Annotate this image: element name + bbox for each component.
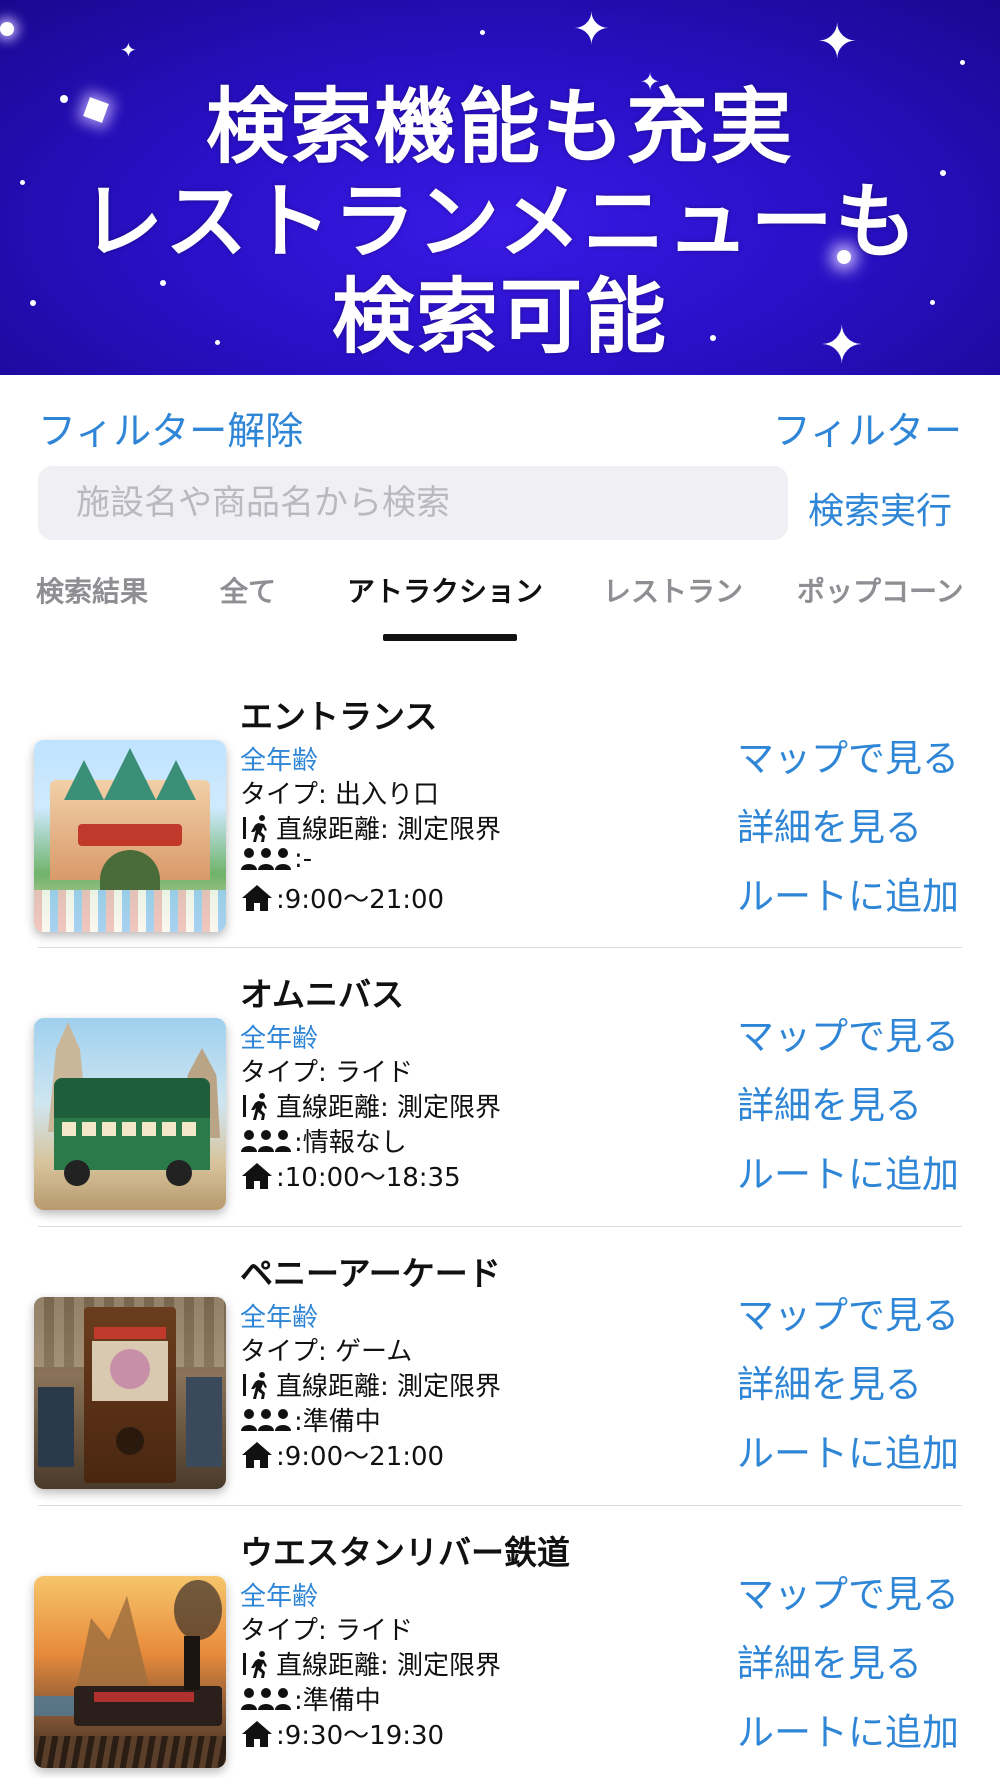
item-title: ペニーアーケード	[240, 1254, 501, 1293]
search-box[interactable]	[38, 466, 788, 540]
type-text: タイプ: ゲーム	[240, 1337, 413, 1367]
crowd-text: :準備中	[294, 1407, 381, 1437]
map-button[interactable]: マップで見る	[737, 1285, 959, 1339]
walking-icon	[243, 1092, 267, 1120]
attraction-thumbnail[interactable]	[34, 740, 226, 932]
add-route-button[interactable]: ルートに追加	[737, 1423, 959, 1477]
house-icon	[242, 1720, 272, 1747]
hours-text: :9:00～21:00	[276, 885, 445, 915]
star-icon	[480, 30, 485, 35]
add-route-button[interactable]: ルートに追加	[737, 1144, 959, 1198]
add-route-button[interactable]: ルートに追加	[737, 866, 959, 920]
item-title: オムニバス	[240, 975, 405, 1014]
list-item: エントランス 全年齢 タイプ: 出入り口 直線距離: 測定限界 :- :9:00…	[0, 680, 1000, 958]
filter-button[interactable]: フィルター	[773, 400, 962, 455]
distance-row: 直線距離: 測定限界	[240, 1645, 501, 1682]
people-icon	[241, 1408, 291, 1431]
add-route-button[interactable]: ルートに追加	[737, 1702, 959, 1756]
crowd-text: :情報なし	[294, 1128, 407, 1158]
search-exec-button[interactable]: 検索実行	[808, 482, 952, 534]
attraction-thumbnail[interactable]	[34, 1018, 226, 1210]
map-button[interactable]: マップで見る	[737, 728, 959, 782]
hours-text: :9:00～21:00	[276, 1442, 445, 1472]
attraction-thumbnail[interactable]	[34, 1297, 226, 1489]
tab-active-indicator	[383, 634, 517, 641]
crowd-text: :-	[294, 844, 313, 874]
filter-clear-button[interactable]: フィルター解除	[38, 400, 303, 455]
distance-text: 直線距離: 測定限界	[276, 1651, 502, 1681]
crowd-text: :準備中	[294, 1686, 381, 1716]
age-label: 全年齢	[240, 1303, 319, 1333]
distance-row: 直線距離: 測定限界	[240, 809, 501, 846]
hours-text: :9:30～19:30	[276, 1721, 445, 1751]
crowd-row: :準備中	[240, 1680, 381, 1717]
crowd-row: :情報なし	[240, 1122, 407, 1159]
type-text: タイプ: ライド	[240, 1058, 414, 1088]
map-button[interactable]: マップで見る	[737, 1006, 959, 1060]
star-icon	[0, 22, 14, 36]
people-icon	[241, 1687, 291, 1710]
crowd-row: :準備中	[240, 1401, 381, 1438]
house-icon	[242, 1162, 272, 1189]
item-title: エントランス	[240, 697, 438, 736]
divider	[38, 1226, 962, 1227]
hours-row: :9:00～21:00	[240, 1436, 444, 1473]
walking-icon	[243, 814, 267, 842]
hours-row: :9:00～21:00	[240, 879, 444, 916]
house-icon	[242, 884, 272, 911]
list-item: オムニバス 全年齢 タイプ: ライド 直線距離: 測定限界 :情報なし :10:…	[0, 958, 1000, 1236]
divider	[38, 947, 962, 948]
star-icon: ✦	[120, 38, 137, 62]
detail-button[interactable]: 詳細を見る	[737, 1354, 922, 1408]
hours-row: :10:00～18:35	[240, 1157, 461, 1194]
map-button[interactable]: マップで見る	[737, 1564, 959, 1618]
star-icon: ✦	[573, 4, 610, 55]
hours-text: :10:00～18:35	[276, 1163, 461, 1193]
people-icon	[241, 1129, 291, 1152]
tab-attractions[interactable]: アトラクション	[347, 570, 543, 610]
type-text: タイプ: ライド	[240, 1616, 414, 1646]
list-item: ウエスタンリバー鉄道 全年齢 タイプ: ライド 直線距離: 測定限界 :準備中 …	[0, 1516, 1000, 1778]
item-title: ウエスタンリバー鉄道	[240, 1533, 570, 1572]
age-label: 全年齢	[240, 746, 319, 776]
divider	[38, 1505, 962, 1506]
people-icon	[241, 848, 291, 870]
list-item: ペニーアーケード 全年齢 タイプ: ゲーム 直線距離: 測定限界 :準備中 :9…	[0, 1237, 1000, 1515]
detail-button[interactable]: 詳細を見る	[737, 1075, 922, 1129]
tab-restaurants[interactable]: レストラン	[603, 570, 743, 610]
walking-icon	[243, 1371, 267, 1399]
tab-search-results[interactable]: 検索結果	[36, 570, 148, 610]
tab-all[interactable]: 全て	[220, 570, 276, 610]
crowd-row: :-	[240, 844, 312, 874]
category-tabs: 検索結果 全て アトラクション レストラン ポップコーン	[0, 570, 1000, 642]
detail-button[interactable]: 詳細を見る	[737, 1633, 922, 1687]
age-label: 全年齢	[240, 1582, 319, 1612]
star-icon: ✦	[817, 14, 858, 70]
distance-text: 直線距離: 測定限界	[276, 1372, 502, 1402]
distance-row: 直線距離: 測定限界	[240, 1087, 501, 1124]
type-text: タイプ: 出入り口	[240, 780, 440, 810]
hours-row: :9:30～19:30	[240, 1715, 444, 1752]
search-input[interactable]	[38, 466, 788, 540]
distance-text: 直線距離: 測定限界	[276, 815, 502, 845]
house-icon	[242, 1441, 272, 1468]
walking-icon	[243, 1650, 267, 1678]
hero-title-line3: 検索可能	[331, 270, 668, 365]
distance-row: 直線距離: 測定限界	[240, 1366, 501, 1403]
tab-popcorn[interactable]: ポップコーン	[797, 570, 965, 610]
attraction-thumbnail[interactable]	[34, 1576, 226, 1768]
distance-text: 直線距離: 測定限界	[276, 1093, 502, 1123]
detail-button[interactable]: 詳細を見る	[737, 797, 922, 851]
age-label: 全年齢	[240, 1024, 319, 1054]
hero-banner: ✦ ✦ ✦ ✦ ✦ 検索機能も充実 レストランメニューも 検索可能	[0, 0, 1000, 375]
